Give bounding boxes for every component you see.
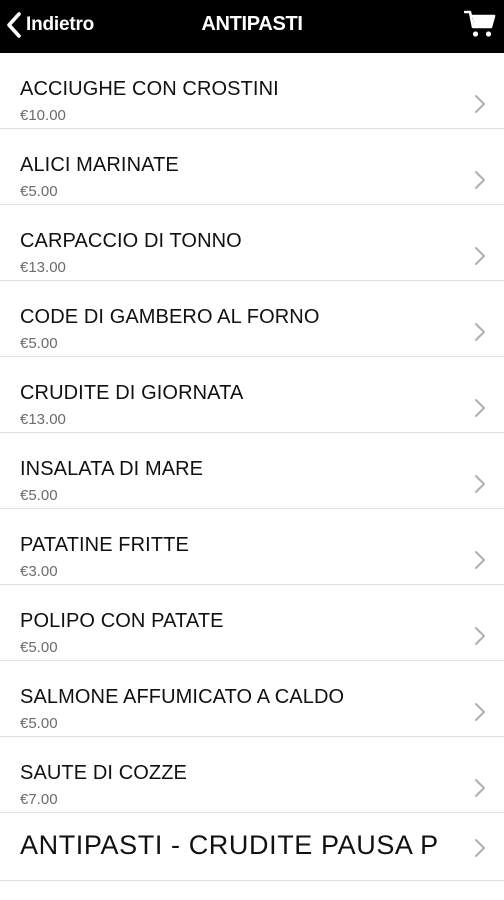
item-name: INSALATA DI MARE xyxy=(20,458,204,480)
chevron-right-icon xyxy=(475,703,485,721)
subsection-row[interactable]: ANTIPASTI - CRUDITE PAUSA P xyxy=(0,813,504,881)
chevron-right-icon xyxy=(475,247,485,265)
item-price: €5.00 xyxy=(20,639,58,656)
list-item[interactable]: ALICI MARINATE €5.00 xyxy=(0,129,504,205)
list-item[interactable]: SAUTE DI COZZE €7.00 xyxy=(0,737,504,813)
chevron-right-icon xyxy=(475,627,485,645)
menu-list: ACCIUGHE CON CROSTINI €10.00 ALICI MARIN… xyxy=(0,53,504,881)
list-item[interactable]: POLIPO CON PATATE €5.00 xyxy=(0,585,504,661)
item-price: €10.00 xyxy=(20,107,66,124)
item-name: CODE DI GAMBERO AL FORNO xyxy=(20,306,320,328)
list-item[interactable]: CODE DI GAMBERO AL FORNO €5.00 xyxy=(0,281,504,357)
item-name: ALICI MARINATE xyxy=(20,154,179,176)
chevron-right-icon xyxy=(475,323,485,341)
item-price: €13.00 xyxy=(20,259,66,276)
back-label: Indietro xyxy=(26,13,95,35)
list-item[interactable]: PATATINE FRITTE €3.00 xyxy=(0,509,504,585)
top-bar: Indietro ANTIPASTI xyxy=(0,0,504,53)
item-price: €3.00 xyxy=(20,563,58,580)
item-name: CRUDITE DI GIORNATA xyxy=(20,382,244,404)
item-price: €5.00 xyxy=(20,487,58,504)
chevron-right-icon xyxy=(475,779,485,797)
item-price: €5.00 xyxy=(20,715,58,732)
item-name: CARPACCIO DI TONNO xyxy=(20,230,242,252)
list-item[interactable]: CARPACCIO DI TONNO €13.00 xyxy=(0,205,504,281)
item-price: €5.00 xyxy=(20,335,58,352)
item-price: €5.00 xyxy=(20,183,58,200)
item-name: SAUTE DI COZZE xyxy=(20,762,187,784)
subsection-name: ANTIPASTI - CRUDITE PAUSA P xyxy=(20,830,439,860)
chevron-right-icon xyxy=(475,839,485,857)
chevron-right-icon xyxy=(475,171,485,189)
list-item[interactable]: INSALATA DI MARE €5.00 xyxy=(0,433,504,509)
item-name: SALMONE AFFUMICATO A CALDO xyxy=(20,686,345,708)
item-name: PATATINE FRITTE xyxy=(20,534,189,556)
item-price: €13.00 xyxy=(20,411,66,428)
chevron-right-icon xyxy=(475,399,485,417)
item-name: ACCIUGHE CON CROSTINI xyxy=(20,78,279,100)
chevron-right-icon xyxy=(475,475,485,493)
item-name: POLIPO CON PATATE xyxy=(20,610,224,632)
back-button[interactable]: Indietro xyxy=(6,0,94,49)
list-item[interactable]: ACCIUGHE CON CROSTINI €10.00 xyxy=(0,53,504,129)
chevron-right-icon xyxy=(475,95,485,113)
chevron-right-icon xyxy=(475,551,485,569)
list-item[interactable]: CRUDITE DI GIORNATA €13.00 xyxy=(0,357,504,433)
list-item[interactable]: SALMONE AFFUMICATO A CALDO €5.00 xyxy=(0,661,504,737)
shopping-cart-icon xyxy=(463,10,496,43)
chevron-left-icon xyxy=(6,11,22,38)
item-price: €7.00 xyxy=(20,791,58,808)
cart-button[interactable] xyxy=(463,9,496,39)
